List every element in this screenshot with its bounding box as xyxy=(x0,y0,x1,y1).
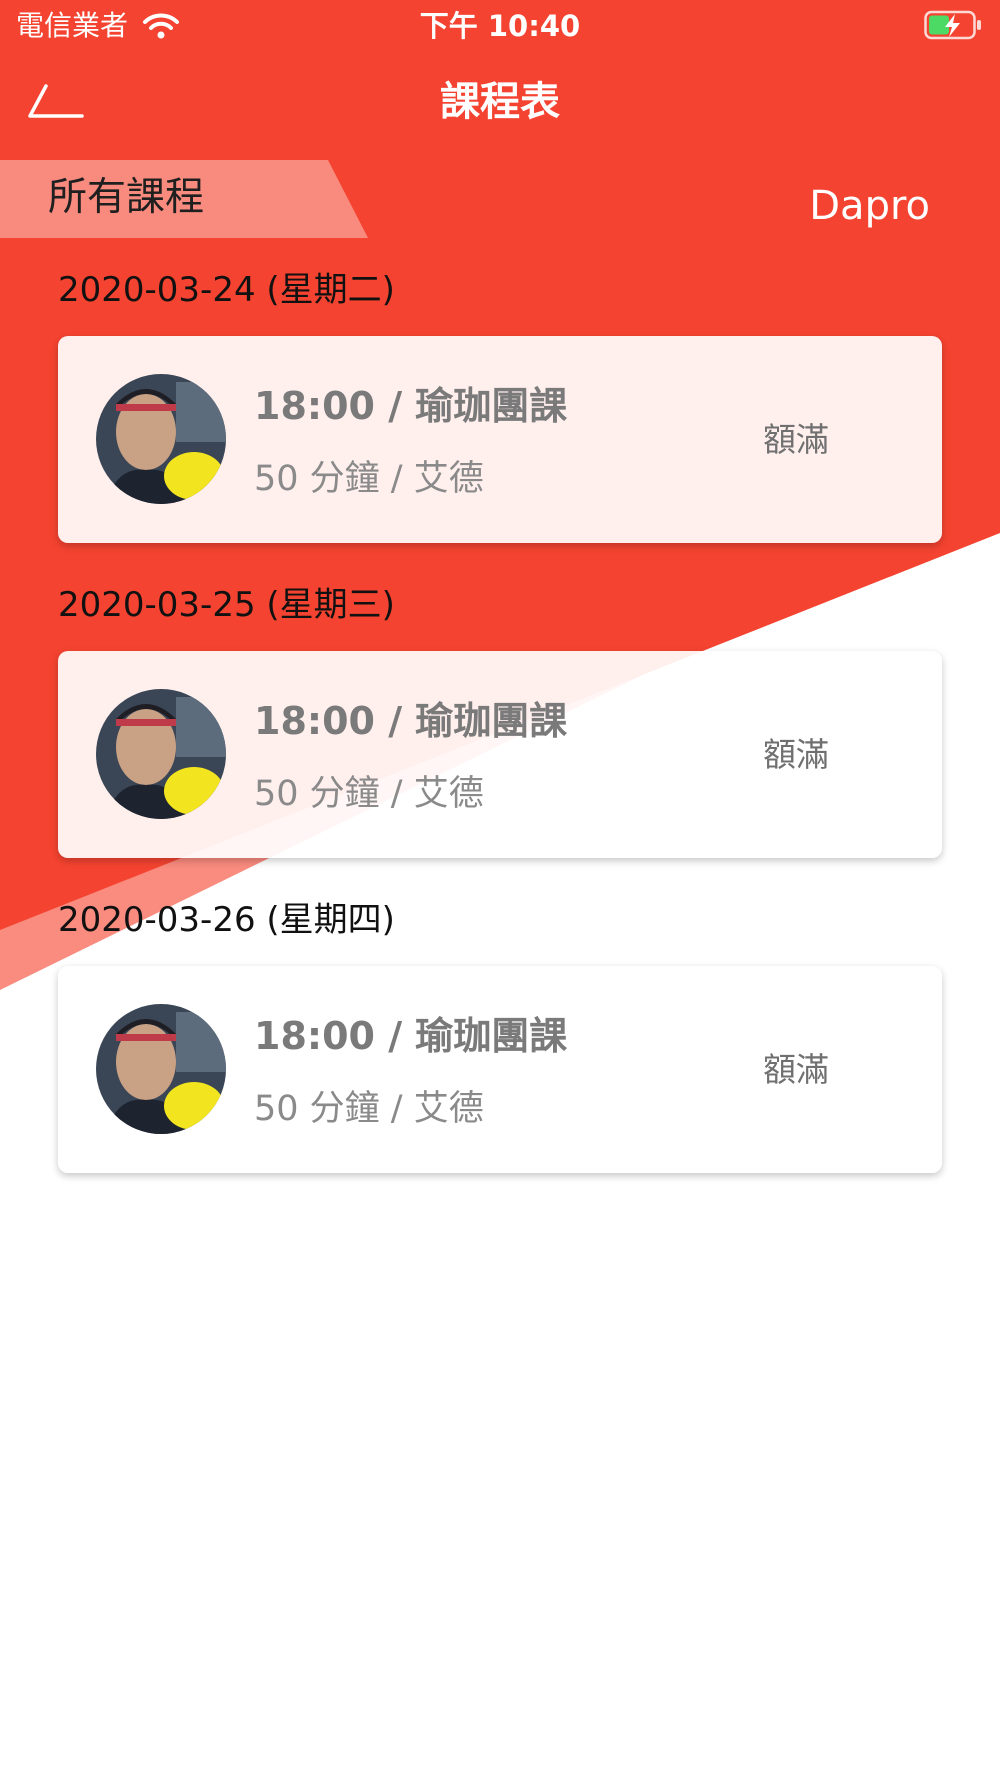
tab-dapro[interactable]: Dapro xyxy=(809,182,930,230)
schedule-day: 2020-03-24 (星期二) 18:00 / 瑜珈團課 50 分鐘 / 艾德… xyxy=(58,268,942,583)
tab-all-courses-label: 所有課程 xyxy=(48,175,205,220)
class-time-title: 18:00 / 瑜珈團課 xyxy=(254,384,568,428)
page-title: 課程表 xyxy=(440,79,560,125)
instructor-avatar xyxy=(96,374,226,504)
course-tabs: 所有課程 Dapro xyxy=(0,160,1000,238)
schedule-day: 2020-03-25 (星期三) 18:00 / 瑜珈團課 50 分鐘 / 艾德… xyxy=(58,583,942,898)
class-status: 額滿 xyxy=(763,735,829,774)
tab-all-courses[interactable]: 所有課程 xyxy=(0,160,368,238)
battery-charging-icon xyxy=(924,10,981,40)
class-status: 額滿 xyxy=(763,420,829,459)
navigation-bar: 課程表 xyxy=(0,52,1000,152)
class-duration-instructor: 50 分鐘 / 艾德 xyxy=(254,1089,484,1129)
class-duration-instructor: 50 分鐘 / 艾德 xyxy=(254,459,484,499)
status-time: 下午 10:40 xyxy=(419,9,581,43)
instructor-avatar xyxy=(96,1004,226,1134)
instructor-avatar xyxy=(96,689,226,819)
date-heading: 2020-03-25 (星期三) xyxy=(58,585,395,625)
class-duration-instructor: 50 分鐘 / 艾德 xyxy=(254,774,484,814)
date-heading: 2020-03-24 (星期二) xyxy=(58,270,395,310)
class-status: 額滿 xyxy=(763,1050,829,1089)
schedule-day: 2020-03-26 (星期四) 18:00 / 瑜珈團課 50 分鐘 / 艾德… xyxy=(58,898,942,1213)
schedule-list: 2020-03-24 (星期二) 18:00 / 瑜珈團課 50 分鐘 / 艾德… xyxy=(58,268,942,1213)
date-heading: 2020-03-26 (星期四) xyxy=(58,900,395,940)
class-card[interactable]: 18:00 / 瑜珈團課 50 分鐘 / 艾德 額滿 xyxy=(58,336,942,543)
class-time-title: 18:00 / 瑜珈團課 xyxy=(254,1014,568,1058)
status-bar: 電信業者 下午 10:40 xyxy=(0,0,1000,52)
class-card[interactable]: 18:00 / 瑜珈團課 50 分鐘 / 艾德 額滿 xyxy=(58,966,942,1173)
class-card[interactable]: 18:00 / 瑜珈團課 50 分鐘 / 艾德 額滿 xyxy=(58,651,942,858)
class-time-title: 18:00 / 瑜珈團課 xyxy=(254,699,568,743)
